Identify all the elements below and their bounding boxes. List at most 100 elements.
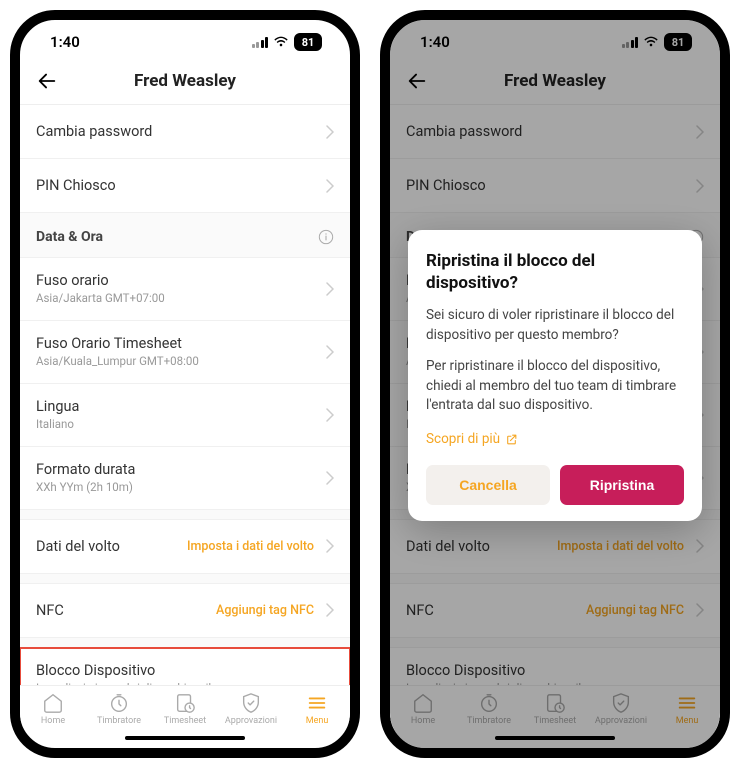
row-label: Cambia password <box>406 123 688 140</box>
row-label: Fuso orario <box>36 272 318 289</box>
info-icon[interactable] <box>318 229 334 245</box>
row-nfc[interactable]: NFC Aggiungi tag NFC <box>20 584 350 638</box>
chevron-right-icon <box>326 539 334 553</box>
cellular-icon <box>622 37 639 48</box>
status-time: 1:40 <box>50 33 80 51</box>
nav-timesheet: Timesheet <box>522 692 588 726</box>
row-label: Fuso Orario Timesheet <box>36 335 318 352</box>
nav-label: Home <box>41 716 65 726</box>
row-pin-chiosco: PIN Chiosco <box>390 159 720 213</box>
nav-label: Timesheet <box>164 716 206 726</box>
external-link-icon <box>505 433 518 446</box>
status-bar: 1:40 81 <box>390 20 720 64</box>
bottom-nav: Home Timbratore Timesheet Approvazioni M… <box>20 685 350 728</box>
spacer <box>390 638 720 648</box>
row-nfc: NFC Aggiungi tag NFC <box>390 584 720 638</box>
nav-label: Approvazioni <box>225 716 277 726</box>
confirm-button[interactable]: Ripristina <box>560 465 684 505</box>
spacer <box>20 510 350 520</box>
battery-icon: 81 <box>664 33 692 51</box>
nav-menu: Menu <box>654 692 720 726</box>
home-indicator <box>390 728 720 748</box>
chevron-right-icon <box>326 408 334 422</box>
spacer <box>390 574 720 584</box>
row-sublabel: XXh YYm (2h 10m) <box>36 480 318 495</box>
modal-text-1: Sei sicuro di voler ripristinare il bloc… <box>426 306 684 345</box>
row-device-lock[interactable]: Blocco Dispositivo Impedisci ai membri d… <box>20 648 350 685</box>
status-right: 81 <box>622 33 693 51</box>
section-label: Data & Ora <box>36 229 103 245</box>
row-label: Dati del volto <box>36 538 187 555</box>
chevron-right-icon <box>326 471 334 485</box>
section-data-ora: Data & Ora <box>20 213 350 258</box>
chevron-right-icon <box>696 125 704 139</box>
row-label: NFC <box>406 602 586 619</box>
settings-list: Cambia password PIN Chiosco Data & Ora F… <box>20 105 350 685</box>
row-device-lock: Blocco Dispositivo Impedisci ai membri d… <box>390 648 720 685</box>
row-sublabel: Impedisci ai membri di cambiare il dispo… <box>406 681 631 685</box>
nav-timbratore: Timbratore <box>456 692 522 726</box>
chevron-right-icon <box>326 179 334 193</box>
chevron-right-icon <box>326 345 334 359</box>
cellular-icon <box>252 37 269 48</box>
nav-timesheet[interactable]: Timesheet <box>152 692 218 726</box>
wifi-icon <box>643 33 659 51</box>
row-timezone[interactable]: Fuso orario Asia/Jakarta GMT+07:00 <box>20 258 350 321</box>
row-label: Cambia password <box>36 123 318 140</box>
nav-menu[interactable]: Menu <box>284 692 350 726</box>
row-label: Formato durata <box>36 461 318 478</box>
page-title: Fred Weasley <box>406 71 704 91</box>
row-label: Dati del volto <box>406 538 557 555</box>
page-header: Fred Weasley <box>390 64 720 105</box>
chevron-right-icon <box>326 282 334 296</box>
nav-label: Timbratore <box>97 716 141 726</box>
nav-label: Approvazioni <box>595 716 647 726</box>
nav-home[interactable]: Home <box>20 692 86 726</box>
nav-label: Menu <box>676 716 699 726</box>
row-sublabel: Asia/Kuala_Lumpur GMT+08:00 <box>36 354 318 369</box>
home-indicator <box>20 728 350 748</box>
row-sublabel: Asia/Jakarta GMT+07:00 <box>36 291 318 306</box>
page-title: Fred Weasley <box>36 71 334 91</box>
chevron-right-icon <box>326 125 334 139</box>
nav-timbratore[interactable]: Timbratore <box>86 692 152 726</box>
cancel-button[interactable]: Cancella <box>426 465 550 505</box>
modal-buttons: Cancella Ripristina <box>426 465 684 505</box>
row-sublabel: Italiano <box>36 417 318 432</box>
modal-learn-more-link[interactable]: Scopri di più <box>426 431 518 447</box>
nav-label: Menu <box>306 716 329 726</box>
nav-approvazioni[interactable]: Approvazioni <box>218 692 284 726</box>
page-header: Fred Weasley <box>20 64 350 105</box>
row-action: Imposta i dati del volto <box>187 539 314 554</box>
row-duration-format[interactable]: Formato durata XXh YYm (2h 10m) <box>20 447 350 510</box>
nav-label: Timbratore <box>467 716 511 726</box>
row-label: Blocco Dispositivo <box>36 662 261 679</box>
chevron-right-icon <box>696 539 704 553</box>
phone-left: 1:40 81 Fred Weasley Cambia password PIN… <box>10 10 360 758</box>
back-button <box>406 70 428 92</box>
status-bar: 1:40 81 <box>20 20 350 64</box>
row-change-password[interactable]: Cambia password <box>20 105 350 159</box>
row-timesheet-timezone[interactable]: Fuso Orario Timesheet Asia/Kuala_Lumpur … <box>20 321 350 384</box>
row-action: Aggiungi tag NFC <box>216 603 314 618</box>
status-right: 81 <box>252 33 323 51</box>
row-change-password: Cambia password <box>390 105 720 159</box>
row-pin-chiosco[interactable]: PIN Chiosco <box>20 159 350 213</box>
row-action: Imposta i dati del volto <box>557 539 684 554</box>
row-label: NFC <box>36 602 216 619</box>
row-language[interactable]: Lingua Italiano <box>20 384 350 447</box>
chevron-right-icon <box>696 603 704 617</box>
modal-title: Ripristina il blocco del dispositivo? <box>426 250 684 294</box>
nav-approvazioni: Approvazioni <box>588 692 654 726</box>
chevron-right-icon <box>696 179 704 193</box>
row-face-data[interactable]: Dati del volto Imposta i dati del volto <box>20 520 350 574</box>
spacer <box>20 638 350 648</box>
battery-icon: 81 <box>294 33 322 51</box>
row-label: PIN Chiosco <box>36 177 318 194</box>
bottom-nav: Home Timbratore Timesheet Approvazioni M… <box>390 685 720 728</box>
row-face-data: Dati del volto Imposta i dati del volto <box>390 520 720 574</box>
status-time: 1:40 <box>420 33 450 51</box>
link-label: Scopri di più <box>426 431 500 447</box>
modal-text-2: Per ripristinare il blocco del dispositi… <box>426 357 684 416</box>
reset-device-lock-modal: Ripristina il blocco del dispositivo? Se… <box>408 230 702 521</box>
